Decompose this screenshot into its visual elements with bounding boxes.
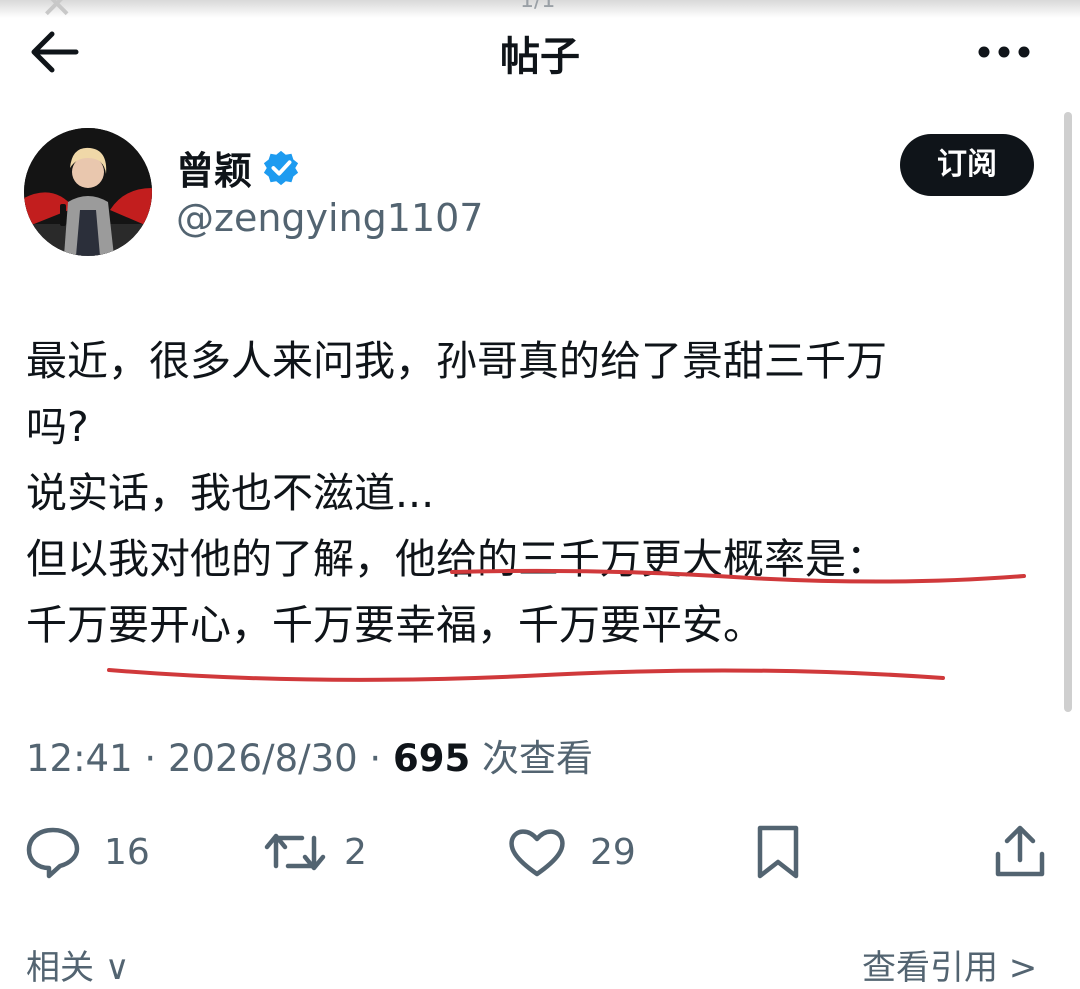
tweet-line: 最近，很多人来问我，孙哥真的给了景甜三千万	[26, 337, 887, 385]
like-count: 29	[590, 831, 636, 873]
tweet-line: 千万要开心，千万要幸福，千万要平安。	[26, 601, 764, 649]
tweet-line: 说实话，我也不滋道...	[26, 469, 435, 517]
tweet-time: 12:41	[26, 737, 133, 780]
author-name-row[interactable]: 曾颖	[176, 140, 300, 195]
reply-icon	[26, 827, 80, 879]
red-underline-annotation	[107, 668, 945, 682]
more-button[interactable]	[974, 34, 1034, 70]
like-icon	[509, 829, 565, 877]
top-bar: 帖子	[0, 0, 1080, 110]
tweet-text: 最近，很多人来问我，孙哥真的给了景甜三千万 吗? 说实话，我也不滋道... 但以…	[26, 328, 1056, 658]
tweet-meta: 12:41 · 2026/8/30 · 695 次查看	[26, 737, 593, 780]
avatar-photo	[24, 128, 152, 256]
author-handle[interactable]: @zengying1107	[176, 196, 484, 240]
verified-icon	[263, 150, 299, 185]
page-title: 帖子	[500, 34, 580, 80]
view-count: 695	[392, 737, 471, 780]
repost-button[interactable]: 2	[262, 820, 367, 884]
bookmark-icon	[757, 825, 799, 879]
share-button[interactable]	[992, 820, 1048, 884]
subscribe-button[interactable]: 订阅	[900, 134, 1034, 196]
repost-icon	[264, 833, 326, 871]
share-icon	[995, 825, 1045, 877]
tweet-line: 吗?	[26, 403, 89, 451]
scrollbar[interactable]	[1064, 112, 1072, 712]
reply-count: 16	[104, 831, 150, 873]
author-name[interactable]: 曾颖	[176, 140, 252, 195]
action-bar: 16 2 29	[0, 820, 1080, 890]
more-icon	[978, 46, 1030, 58]
bookmark-button[interactable]	[752, 820, 804, 884]
tweet-date: 2026/8/30	[167, 737, 358, 780]
reply-button[interactable]: 16	[24, 820, 150, 884]
avatar[interactable]	[24, 128, 152, 256]
view-label: 次查看	[481, 737, 593, 780]
like-button[interactable]: 29	[506, 820, 636, 884]
red-underline-annotation	[450, 568, 1026, 584]
repost-count: 2	[344, 831, 367, 873]
